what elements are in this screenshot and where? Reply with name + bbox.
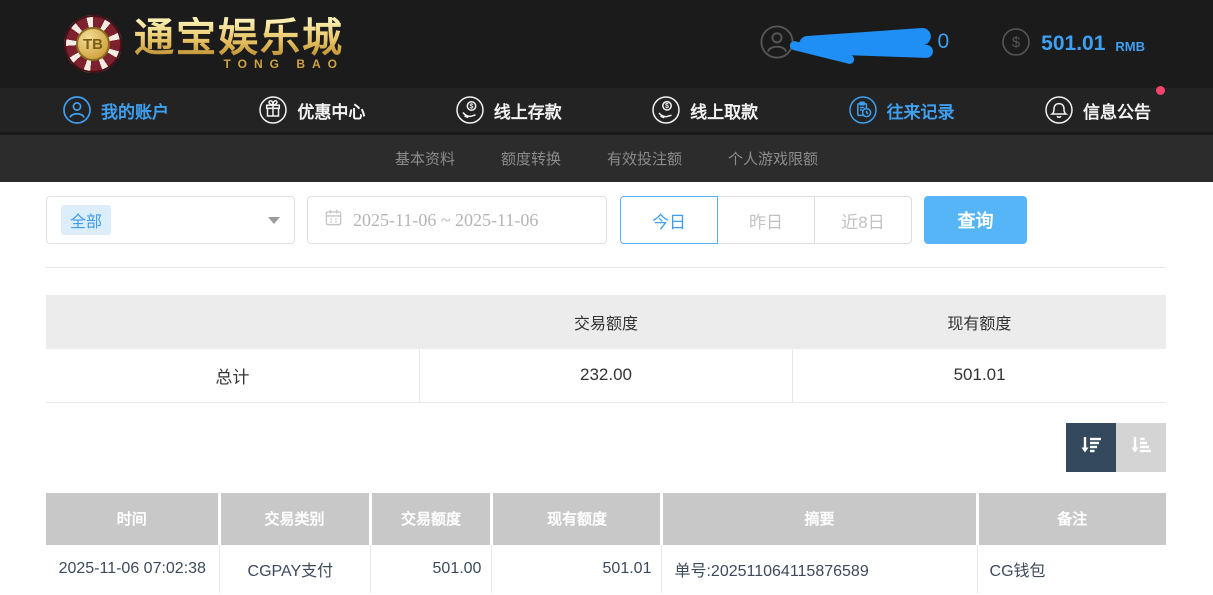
main-nav: 我的账户 优惠中心 $ 线上存款 <box>0 88 1213 135</box>
subnav-item-game-limits[interactable]: 个人游戏限额 <box>728 148 818 169</box>
transaction-type-select[interactable]: 全部 <box>46 196 295 244</box>
record-summary: 单号:202511064115876589 <box>662 545 977 593</box>
balance-currency: RMB <box>1115 39 1145 54</box>
subnav-item-basic-info[interactable]: 基本资料 <box>395 148 455 169</box>
nav-item-promotions[interactable]: 优惠中心 <box>258 95 365 125</box>
balance-amount: 501.01 <box>1041 32 1105 56</box>
summary-current-total: 501.01 <box>793 349 1166 402</box>
record-time: 2025-11-06 07:02:38 <box>46 545 219 593</box>
records-header-remark: 备注 <box>977 493 1166 545</box>
sub-nav: 基本资料 额度转换 有效投注额 个人游戏限额 <box>0 135 1213 182</box>
records-header-time: 时间 <box>46 493 219 545</box>
sort-descending-button[interactable] <box>1066 423 1116 472</box>
bell-icon <box>1044 95 1074 125</box>
nav-item-deposit[interactable]: $ 线上存款 <box>455 95 562 125</box>
poker-chip-icon: TB <box>64 15 122 73</box>
date-range-value: 2025-11-06 ~ 2025-11-06 <box>353 210 538 231</box>
nav-item-my-account[interactable]: 我的账户 <box>62 95 169 125</box>
range-button-yesterday[interactable]: 昨日 <box>717 196 815 244</box>
svg-text:$: $ <box>665 103 669 110</box>
deposit-coin-icon: $ <box>455 95 485 125</box>
sort-ascending-button[interactable] <box>1116 423 1166 472</box>
record-amount: 501.00 <box>370 545 492 593</box>
top-header: TB 通宝娱乐城 TONG BAO 0 <box>0 0 1213 88</box>
range-button-last-8-days[interactable]: 近8日 <box>814 196 912 244</box>
filter-row: 全部 2025-11-06 ~ 2025-11-06 今日 昨日 近8日 查询 <box>46 196 1166 244</box>
record-balance: 501.01 <box>492 545 662 593</box>
section-divider <box>46 267 1166 268</box>
username-visible-suffix: 0 <box>937 30 949 54</box>
range-button-today[interactable]: 今日 <box>620 196 718 244</box>
coin-dollar-icon: $ <box>1001 27 1031 62</box>
summary-transaction-total: 232.00 <box>419 349 792 402</box>
svg-text:$: $ <box>469 103 473 110</box>
records-table: 时间 交易类别 交易额度 现有额度 摘要 备注 2025-11-06 07:02… <box>46 493 1166 593</box>
quick-range-group: 今日 昨日 近8日 <box>620 196 912 244</box>
withdraw-coin-icon: $ <box>651 95 681 125</box>
brand-title: 通宝娱乐城 <box>134 17 344 59</box>
brand-subtitle: TONG BAO <box>134 57 344 71</box>
summary-total-label: 总计 <box>46 349 419 402</box>
summary-total-row: 总计 232.00 501.01 <box>46 349 1166 402</box>
sort-ascending-icon <box>1127 432 1155 463</box>
records-clipboard-icon <box>848 95 878 125</box>
sort-descending-icon <box>1077 432 1105 463</box>
chip-label: TB <box>76 27 110 61</box>
balance-display: $ 501.01 RMB <box>1001 27 1145 62</box>
query-button[interactable]: 查询 <box>924 196 1027 244</box>
table-row: 2025-11-06 07:02:38 CGPAY支付 501.00 501.0… <box>46 545 1166 593</box>
nav-item-transaction-records[interactable]: 往来记录 <box>848 95 955 125</box>
summary-header-transaction-amount: 交易额度 <box>419 295 792 349</box>
chevron-down-icon <box>268 217 280 224</box>
summary-table: 交易额度 现有额度 总计 232.00 501.01 <box>46 295 1166 403</box>
record-type: CGPAY支付 <box>219 545 370 593</box>
date-range-input[interactable]: 2025-11-06 ~ 2025-11-06 <box>307 196 607 244</box>
main-content: 全部 2025-11-06 ~ 2025-11-06 今日 昨日 近8日 查询 <box>0 182 1213 593</box>
records-header-amount: 交易额度 <box>370 493 492 545</box>
nav-item-withdraw[interactable]: $ 线上取款 <box>651 95 758 125</box>
user-menu[interactable]: 0 <box>759 22 949 66</box>
subnav-item-quota-transfer[interactable]: 额度转换 <box>501 148 561 169</box>
nav-item-announcements[interactable]: 信息公告 <box>1044 95 1151 125</box>
record-remark: CG钱包 <box>977 545 1166 593</box>
summary-header-blank <box>46 295 419 349</box>
svg-text:$: $ <box>1012 34 1021 51</box>
records-header-type: 交易类别 <box>219 493 370 545</box>
calendar-icon <box>324 208 343 232</box>
brand-logo[interactable]: TB 通宝娱乐城 TONG BAO <box>64 15 344 73</box>
records-header-balance: 现有额度 <box>492 493 662 545</box>
gift-icon <box>258 95 288 125</box>
user-icon <box>62 95 92 125</box>
subnav-item-valid-bets[interactable]: 有效投注额 <box>607 148 682 169</box>
selected-type-chip: 全部 <box>61 205 111 235</box>
notification-dot <box>1156 86 1165 95</box>
records-header-summary: 摘要 <box>662 493 977 545</box>
sort-controls <box>46 423 1166 472</box>
summary-header-current-amount: 现有额度 <box>793 295 1166 349</box>
records-header-row: 时间 交易类别 交易额度 现有额度 摘要 备注 <box>46 493 1166 545</box>
username-redaction-scribble: 0 <box>797 22 949 66</box>
